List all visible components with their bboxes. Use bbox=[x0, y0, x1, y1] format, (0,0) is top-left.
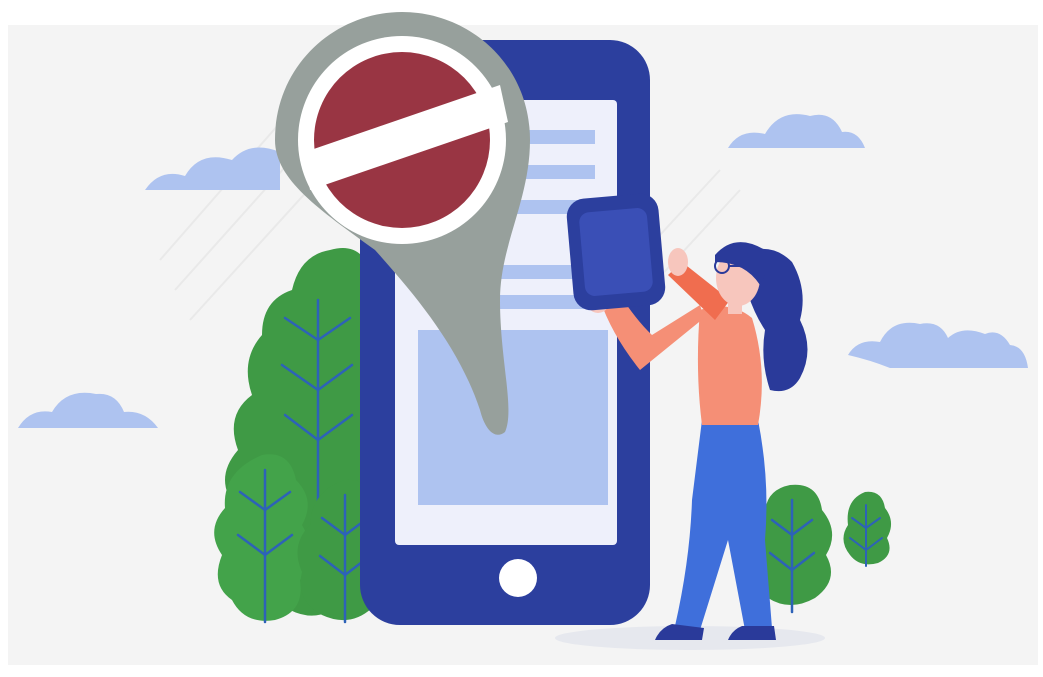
illustration-stage bbox=[0, 0, 1043, 677]
blocked-location-illustration bbox=[8, 12, 1038, 665]
hand bbox=[668, 248, 688, 276]
phone-home-button bbox=[499, 559, 537, 597]
screen-image-block bbox=[418, 330, 608, 505]
neck bbox=[728, 300, 742, 314]
held-card bbox=[566, 193, 666, 311]
shirt bbox=[697, 306, 762, 425]
